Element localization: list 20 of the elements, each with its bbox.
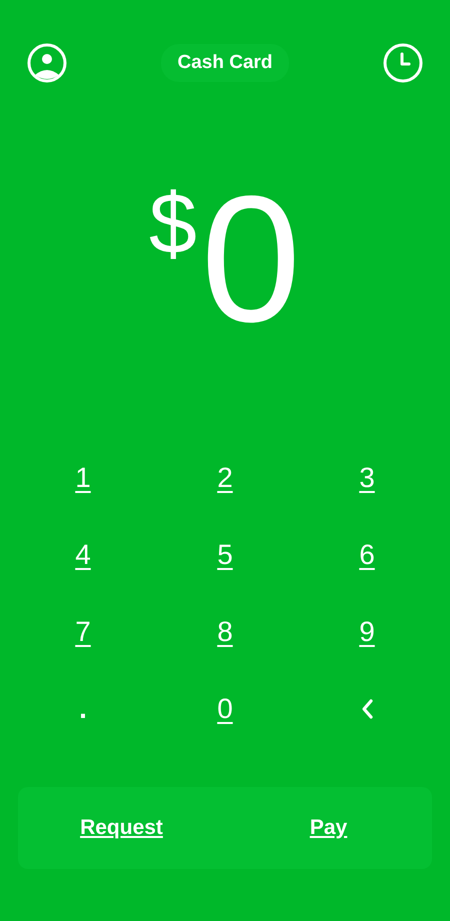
decimal-key[interactable]: . [79,692,87,724]
keypad-key[interactable]: 6 [359,538,375,570]
clock-icon[interactable] [383,43,423,83]
currency-sign: $ [149,181,197,267]
keypad-key[interactable]: 5 [217,538,233,570]
cash-card-button[interactable]: Cash Card [161,44,289,82]
amount-value: 0 [200,183,301,336]
keypad-key[interactable]: 0 [217,692,233,724]
request-button[interactable]: Request [18,787,225,869]
profile-icon[interactable] [27,43,67,83]
pay-button[interactable]: Pay [225,787,432,869]
keypad-key[interactable]: 8 [217,616,233,648]
keypad-key[interactable]: 9 [359,616,375,648]
backspace-key[interactable] [360,698,374,720]
chevron-left-icon [360,698,374,720]
keypad-key[interactable]: 3 [359,462,375,494]
keypad-key[interactable]: 4 [75,538,91,570]
keypad-key[interactable]: 7 [75,616,91,648]
keypad-key[interactable]: 2 [217,462,233,494]
keypad-key[interactable]: 1 [75,462,91,494]
